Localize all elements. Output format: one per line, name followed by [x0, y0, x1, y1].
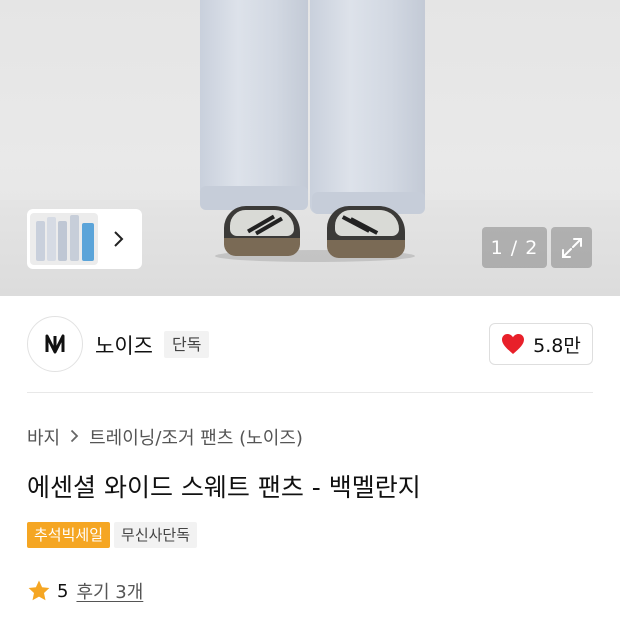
breadcrumb-item-category[interactable]: 바지: [27, 424, 60, 450]
exclusive-tag: 무신사단독: [114, 522, 198, 548]
rating-score: 5: [57, 580, 69, 602]
right-sneaker: [327, 206, 405, 258]
chevron-right-icon: [70, 428, 79, 447]
rating-row: 5 후기 3개: [27, 578, 143, 604]
like-button[interactable]: 5.8만: [489, 323, 593, 365]
brand-logo-icon[interactable]: [27, 316, 83, 372]
thumbnail-image[interactable]: [30, 213, 98, 265]
product-image[interactable]: 1 / 2: [0, 0, 620, 296]
pants-right-leg: [310, 0, 425, 214]
brand-name[interactable]: 노이즈: [95, 330, 153, 360]
review-count-link[interactable]: 후기 3개: [76, 578, 143, 604]
product-title: 에센셜 와이드 스웨트 팬츠 - 백멜란지: [27, 473, 421, 502]
chevron-right-icon[interactable]: [98, 230, 139, 248]
heart-icon: [502, 334, 525, 354]
like-count: 5.8만: [533, 334, 581, 357]
brand-row: 노이즈 단독 5.8만: [27, 316, 593, 374]
image-counter: 1 / 2: [482, 227, 547, 268]
sale-tag: 추석빅세일: [27, 522, 111, 548]
star-icon: [28, 580, 50, 601]
tag-row: 추석빅세일 무신사단독: [27, 522, 198, 548]
left-sneaker: [224, 206, 300, 256]
thumbnail-strip[interactable]: [27, 209, 142, 269]
exclusive-badge: 단독: [164, 331, 210, 358]
breadcrumb-item-subcategory[interactable]: 트레이닝/조거 팬츠 (노이즈): [89, 424, 303, 450]
breadcrumb: 바지 트레이닝/조거 팬츠 (노이즈): [27, 424, 303, 450]
divider: [27, 392, 593, 393]
expand-icon[interactable]: [551, 227, 592, 268]
pants-left-leg: [200, 0, 308, 208]
